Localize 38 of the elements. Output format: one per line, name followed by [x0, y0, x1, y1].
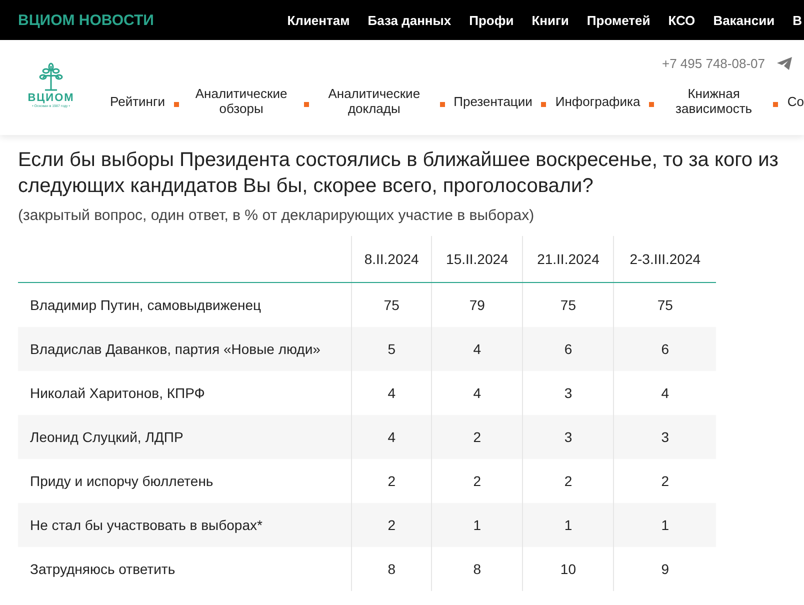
nav-separator-icon	[440, 102, 445, 106]
answer-label: Николай Харитонов, КПРФ	[18, 370, 352, 414]
answer-label: Приду и испорчу бюллетень	[18, 458, 352, 502]
table-cell: 8	[432, 546, 523, 590]
top-nav-link[interactable]: Профи	[469, 12, 514, 28]
answer-label: Владислав Даванков, партия «Новые люди»	[18, 326, 352, 370]
top-nav-link[interactable]: Вакансии	[713, 12, 775, 28]
table-cell: 8	[352, 546, 432, 590]
main-nav-link[interactable]: Рейтинги	[110, 94, 165, 108]
nav-separator-icon	[541, 102, 546, 106]
main-nav-link[interactable]: Книжная зависимость	[663, 86, 764, 116]
telegram-icon[interactable]	[777, 56, 792, 70]
top-nav-link[interactable]: КСО	[668, 12, 696, 28]
main-nav-link[interactable]: Презентации	[454, 94, 532, 108]
nav-separator-icon	[304, 102, 309, 106]
question-note: (закрытый вопрос, один ответ, в % от декларирующих участие в выборах)	[18, 207, 536, 224]
top-nav-link[interactable]: Прометей	[586, 12, 650, 28]
answer-label: Не стал бы участвовать в выборах*	[18, 502, 352, 546]
top-nav-link[interactable]: В	[792, 12, 802, 28]
answer-label: Затрудняюсь ответить	[18, 546, 352, 590]
main-nav-link[interactable]: Аналитические доклады	[318, 86, 431, 116]
main-nav-link[interactable]: Аналитические обзоры	[188, 86, 295, 116]
site-brand[interactable]: ВЦИОМ НОВОСТИ	[18, 12, 154, 28]
nav-separator-icon	[649, 102, 654, 106]
top-nav-link[interactable]: Клиентам	[287, 12, 350, 28]
table-cell: 10	[522, 546, 614, 590]
answer-label: Владимир Путин, самовыдвиженец	[18, 282, 352, 326]
phone-number[interactable]: +7 495 748-08-07	[662, 56, 765, 70]
question-title: Если бы выборы Президента состоялись в ближайшее воскресенье, то за кого из следующих кандидатов Вы бы, скорее всего, проголосовали?	[18, 148, 780, 199]
table-cell: 9	[614, 546, 716, 590]
nav-separator-icon	[773, 102, 778, 106]
answer-label: Леонид Слуцкий, ЛДПР	[18, 414, 352, 458]
main-nav-link[interactable]: Со	[787, 94, 804, 108]
top-nav-link[interactable]: Книги	[532, 12, 569, 28]
main-nav-link[interactable]: Инфографика	[555, 94, 640, 108]
nav-separator-icon	[174, 102, 179, 106]
logo-wordmark: ВЦИОМ	[28, 92, 74, 104]
top-nav-link[interactable]: База данных	[368, 12, 452, 28]
